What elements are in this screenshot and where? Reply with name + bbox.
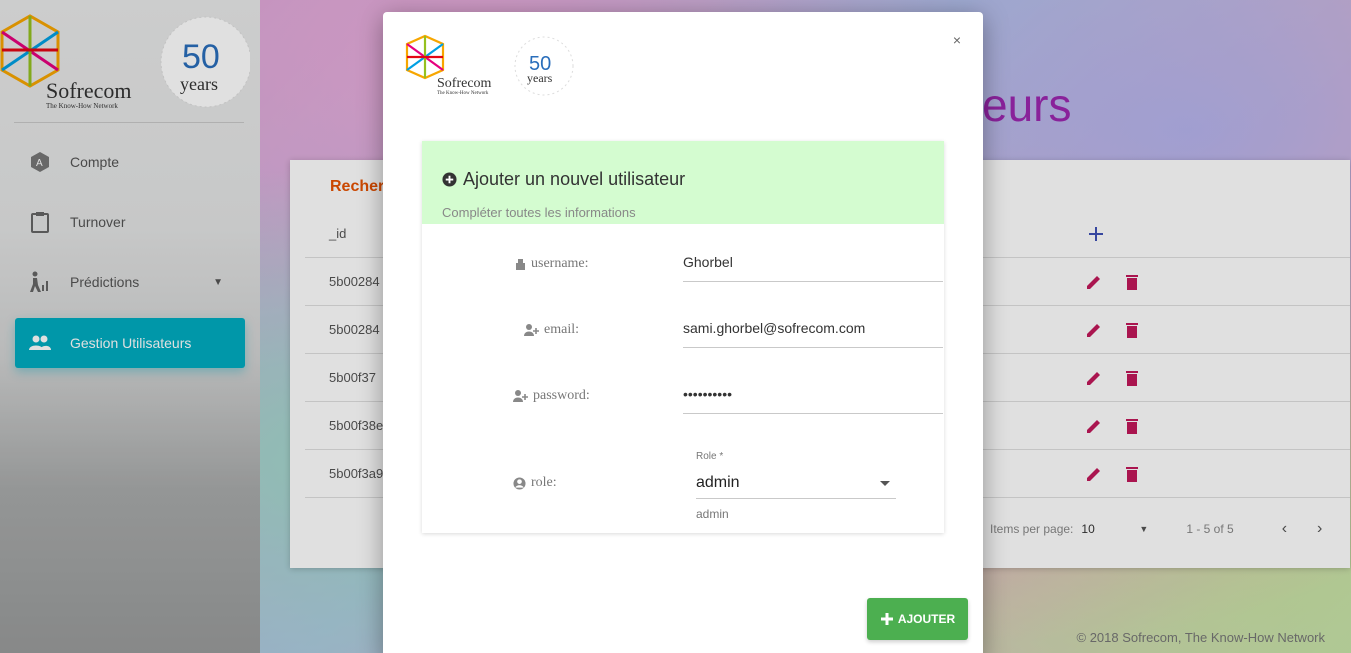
plus-circle-icon xyxy=(442,172,457,187)
password-label: password: xyxy=(513,388,590,404)
email-field[interactable]: sami.ghorbel@sofrecom.com xyxy=(683,320,943,348)
close-icon[interactable]: × xyxy=(953,32,961,48)
form-subtitle: Compléter toutes les informations xyxy=(442,205,636,220)
form-title: Ajouter un nouvel utilisateur xyxy=(442,169,685,190)
role-select-value: admin xyxy=(696,474,740,491)
password-field[interactable]: •••••••••• xyxy=(683,386,943,414)
role-select[interactable]: admin xyxy=(696,471,896,499)
plus-icon xyxy=(880,613,893,625)
user-plus-icon xyxy=(513,390,528,402)
chevron-down-icon xyxy=(880,481,890,486)
svg-text:years: years xyxy=(527,71,553,85)
form-title-text: Ajouter un nouvel utilisateur xyxy=(463,169,686,189)
user-secret-icon xyxy=(516,259,525,270)
add-user-dialog: × Sofrecom The Know-How Network 50 years… xyxy=(383,12,983,653)
svg-text:The Know-How Network: The Know-How Network xyxy=(437,91,489,96)
add-user-form: Ajouter un nouvel utilisateur Compléter … xyxy=(422,141,944,533)
svg-text:Sofrecom: Sofrecom xyxy=(437,76,492,91)
add-user-button-label: AJOUTER xyxy=(897,612,956,626)
user-circle-icon xyxy=(513,476,526,490)
username-label: username: xyxy=(515,256,589,272)
email-label: email: xyxy=(524,322,579,338)
user-plus-icon xyxy=(524,324,539,336)
sofrecom-logo: Sofrecom The Know-How Network 50 years xyxy=(405,34,574,96)
form-header: Ajouter un nouvel utilisateur Compléter … xyxy=(422,141,944,224)
role-hint: admin xyxy=(696,507,729,521)
role-caption: Role * xyxy=(696,451,724,462)
username-field[interactable]: Ghorbel xyxy=(683,254,943,282)
role-label: role: xyxy=(513,475,557,491)
add-user-button[interactable]: AJOUTER xyxy=(867,598,968,640)
